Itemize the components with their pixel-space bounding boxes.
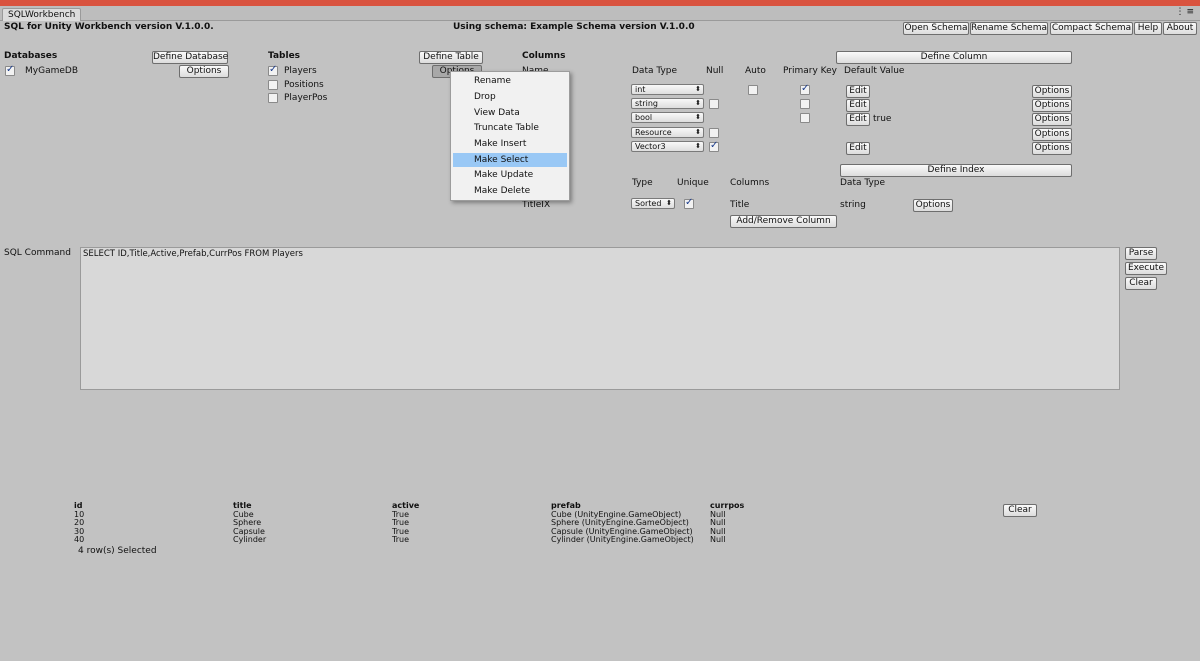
primary-key-checkbox[interactable]: [800, 83, 810, 95]
table-checkbox-players[interactable]: [268, 64, 278, 76]
menu-item-make-insert[interactable]: Make Insert: [451, 137, 569, 151]
column-options-button[interactable]: Options: [1032, 85, 1072, 98]
menu-item-truncate-table[interactable]: Truncate Table: [451, 121, 569, 135]
database-options-button[interactable]: Options: [179, 65, 229, 78]
open-schema-button[interactable]: Open Schema: [903, 22, 969, 35]
menu-item-make-select[interactable]: Make Select: [453, 153, 567, 167]
column-type-select[interactable]: Resource: [631, 127, 704, 138]
index-data-type: string: [840, 200, 866, 210]
results-status: 4 row(s) Selected: [78, 546, 157, 556]
null-checkbox[interactable]: [709, 128, 719, 138]
menu-item-make-delete[interactable]: Make Delete: [451, 184, 569, 198]
column-type-select[interactable]: int: [631, 84, 704, 95]
index-options-button[interactable]: Options: [913, 199, 953, 212]
about-button[interactable]: About: [1163, 22, 1197, 35]
index-column-name: Title: [730, 200, 750, 210]
rename-schema-button[interactable]: Rename Schema: [970, 22, 1048, 35]
table-checkbox-positions[interactable]: [268, 80, 278, 90]
default-value: true: [873, 114, 892, 124]
table-name-positions[interactable]: Positions: [284, 80, 324, 90]
auto-checkbox[interactable]: [748, 85, 758, 95]
app-title: SQL for Unity Workbench version V.1.0.0.: [4, 22, 214, 32]
index-columns-header: Columns: [730, 178, 770, 188]
index-type-select[interactable]: Sorted: [631, 198, 675, 209]
help-button[interactable]: Help: [1134, 22, 1162, 35]
results-column-currpos: currpos Null Null Null Null: [710, 501, 744, 545]
results-cell: 40: [74, 535, 85, 544]
index-unique-checkbox[interactable]: [684, 197, 694, 209]
data-type-header: Data Type: [632, 66, 678, 76]
column-type-select[interactable]: bool: [631, 112, 704, 123]
column-options-button[interactable]: Options: [1032, 113, 1072, 126]
columns-heading: Columns: [522, 51, 566, 61]
table-name-players[interactable]: Players: [284, 66, 317, 76]
index-data-type-header: Data Type: [840, 178, 886, 188]
sql-clear-button[interactable]: Clear: [1125, 277, 1157, 290]
edit-default-button[interactable]: Edit: [846, 85, 870, 98]
index-unique-header: Unique: [677, 178, 709, 188]
column-options-button[interactable]: Options: [1032, 99, 1072, 112]
primary-key-header: Primary Key: [783, 66, 837, 76]
column-options-button[interactable]: Options: [1032, 142, 1072, 155]
results-cell: Null: [710, 535, 726, 544]
sql-command-text: SELECT ID,Title,Active,Prefab,CurrPos FR…: [83, 249, 303, 259]
define-index-button[interactable]: Define Index: [840, 164, 1072, 177]
define-table-button[interactable]: Define Table: [419, 51, 483, 64]
null-checkbox[interactable]: [709, 140, 719, 152]
results-column-title: title Cube Sphere Capsule Cylinder: [233, 501, 267, 545]
primary-key-checkbox[interactable]: [800, 113, 810, 123]
column-type-select[interactable]: Vector3: [631, 141, 704, 152]
parse-button[interactable]: Parse: [1125, 247, 1157, 260]
primary-key-checkbox[interactable]: [800, 99, 810, 109]
auto-header: Auto: [745, 66, 766, 76]
edit-default-button[interactable]: Edit: [846, 113, 870, 126]
index-type-header: Type: [632, 178, 653, 188]
schema-label: Using schema: Example Schema version V.1…: [453, 22, 695, 32]
results-cell: Cylinder (UnityEngine.GameObject): [551, 535, 694, 544]
window-menu-icon[interactable]: ⋮≡: [1175, 7, 1196, 17]
sql-command-label: SQL Command: [4, 248, 71, 258]
table-options-menu: Rename Drop View Data Truncate Table Mak…: [450, 71, 570, 201]
menu-item-make-update[interactable]: Make Update: [451, 168, 569, 182]
compact-schema-button[interactable]: Compact Schema: [1050, 22, 1133, 35]
execute-button[interactable]: Execute: [1125, 262, 1167, 275]
results-cell: True: [392, 535, 409, 544]
tables-heading: Tables: [268, 51, 301, 61]
sql-command-textarea[interactable]: SELECT ID,Title,Active,Prefab,CurrPos FR…: [80, 247, 1120, 390]
add-remove-column-button[interactable]: Add/Remove Column: [730, 215, 837, 228]
tab-sqlworkbench[interactable]: SQLWorkbench: [2, 8, 82, 21]
database-name: MyGameDB: [25, 66, 78, 76]
database-checkbox-mygamedb[interactable]: [5, 64, 15, 76]
define-database-button[interactable]: Define Database: [152, 51, 228, 64]
index-name: TitleIX: [522, 200, 551, 210]
results-clear-button[interactable]: Clear: [1003, 504, 1037, 517]
column-type-select[interactable]: string: [631, 98, 704, 109]
tab-strip: [0, 6, 1200, 21]
default-value-header: Default Value: [844, 66, 905, 76]
define-column-button[interactable]: Define Column: [836, 51, 1072, 64]
menu-item-drop[interactable]: Drop: [451, 90, 569, 104]
table-name-playerpos[interactable]: PlayerPos: [284, 93, 327, 103]
null-header: Null: [706, 66, 724, 76]
column-options-button[interactable]: Options: [1032, 128, 1072, 141]
edit-default-button[interactable]: Edit: [846, 142, 870, 155]
databases-heading: Databases: [4, 51, 58, 61]
menu-item-view-data[interactable]: View Data: [451, 106, 569, 120]
table-checkbox-playerpos[interactable]: [268, 93, 278, 103]
null-checkbox[interactable]: [709, 99, 719, 109]
results-column-prefab: prefab Cube (UnityEngine.GameObject) Sph…: [551, 501, 694, 545]
menu-item-rename[interactable]: Rename: [451, 74, 569, 88]
results-column-active: active True True True True: [392, 501, 419, 545]
results-column-id: id 10 20 30 40: [74, 501, 85, 545]
results-cell: Cylinder: [233, 535, 267, 544]
edit-default-button[interactable]: Edit: [846, 99, 870, 112]
